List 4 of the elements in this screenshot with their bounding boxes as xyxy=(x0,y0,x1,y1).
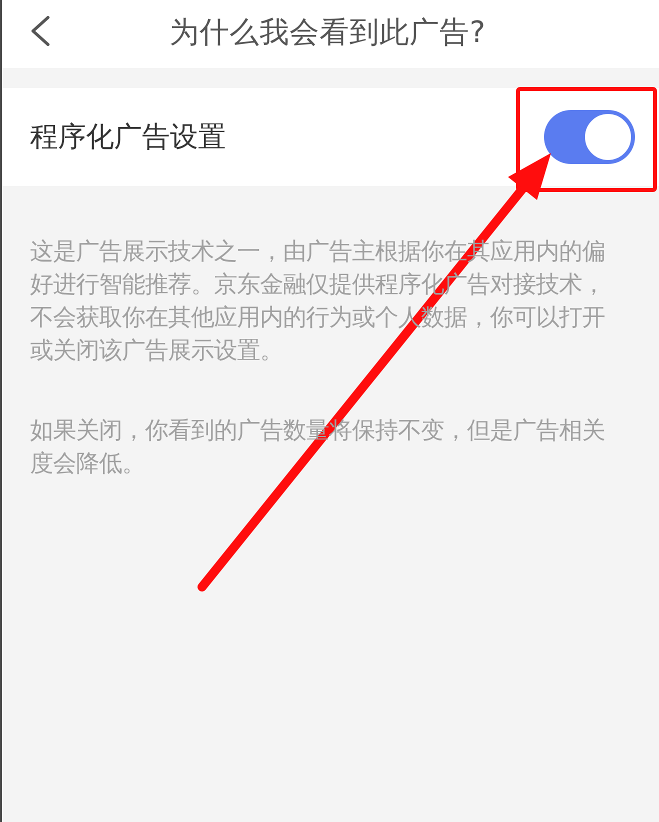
toggle-switch[interactable] xyxy=(544,110,635,164)
setting-label: 程序化广告设置 xyxy=(30,119,226,155)
chevron-left-icon xyxy=(30,16,50,46)
page-title: 为什么我会看到此广告? xyxy=(170,14,486,51)
